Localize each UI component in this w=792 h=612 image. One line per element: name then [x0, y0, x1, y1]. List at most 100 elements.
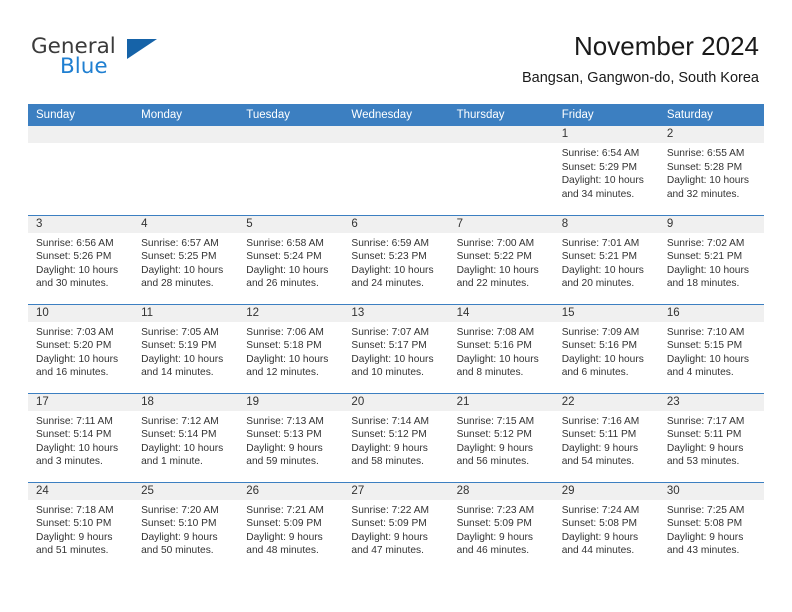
calendar-day-cell[interactable]: 24 Sunrise: 7:18 AM Sunset: 5:10 PM Dayligh…: [28, 481, 134, 571]
calendar-day-cell-empty: [133, 126, 239, 215]
calendar-day-cell[interactable]: 13 Sunrise: 7:07 AM Sunset: 5:17 PM Dayligh…: [343, 303, 449, 393]
day-number: 14: [448, 304, 554, 322]
day-number: 28: [448, 482, 554, 500]
day-number: 8: [553, 215, 659, 233]
calendar-day-cell[interactable]: 7 Sunrise: 7:00 AM Sunset: 5:22 PM Daylight…: [448, 214, 554, 304]
daylight-text: Daylight: 9 hours and 46 minutes.: [456, 531, 534, 557]
day-number: [238, 126, 344, 143]
day-number: 24: [28, 482, 134, 500]
calendar-day-cell[interactable]: 30 Sunrise: 7:25 AM Sunset: 5:08 PM Dayligh…: [658, 481, 764, 571]
day-number: 3: [28, 215, 134, 233]
sunrise-text: Sunrise: 7:03 AM: [36, 326, 114, 338]
calendar-day-cell[interactable]: 19 Sunrise: 7:13 AM Sunset: 5:13 PM Dayligh…: [238, 392, 344, 482]
weekday-header-sunday: Sunday: [28, 104, 134, 126]
day-number: 19: [238, 393, 344, 411]
sunrise-text: Sunrise: 7:12 AM: [141, 415, 219, 427]
calendar-day-cell[interactable]: 1 Sunrise: 6:54 AM Sunset: 5:29 PM Daylight…: [553, 126, 659, 215]
calendar-day-cell[interactable]: 27 Sunrise: 7:22 AM Sunset: 5:09 PM Dayligh…: [343, 481, 449, 571]
day-sun-info: Sunrise: 7:10 AM Sunset: 5:15 PM Daylight:…: [659, 322, 764, 380]
day-sun-info: Sunrise: 7:02 AM Sunset: 5:21 PM Daylight:…: [659, 233, 764, 291]
calendar-page: General Blue November 2024 Bangsan, Gang…: [0, 0, 792, 612]
day-number: [133, 126, 239, 143]
day-number: 15: [553, 304, 659, 322]
sunrise-text: Sunrise: 7:20 AM: [141, 504, 219, 516]
page-header: General Blue November 2024 Bangsan, Gang…: [0, 0, 792, 103]
calendar-day-cell[interactable]: 9 Sunrise: 7:02 AM Sunset: 5:21 PM Daylight…: [658, 214, 764, 304]
sunset-text: Sunset: 5:21 PM: [561, 251, 638, 263]
calendar-day-cell[interactable]: 28 Sunrise: 7:23 AM Sunset: 5:09 PM Dayligh…: [448, 481, 554, 571]
calendar-day-cell[interactable]: 29 Sunrise: 7:24 AM Sunset: 5:08 PM Dayligh…: [553, 481, 659, 571]
daylight-text: Daylight: 9 hours and 53 minutes.: [666, 442, 744, 468]
calendar-day-cell-empty: [343, 126, 449, 215]
day-number: [28, 126, 134, 143]
day-number: 1: [553, 126, 659, 143]
sunrise-text: Sunrise: 7:21 AM: [246, 504, 324, 516]
weekday-header-tuesday: Tuesday: [238, 104, 344, 126]
daylight-text: Daylight: 9 hours and 50 minutes.: [141, 531, 218, 557]
calendar-day-cell[interactable]: 3 Sunrise: 6:56 AM Sunset: 5:26 PM Daylight…: [28, 214, 134, 304]
sunset-text: Sunset: 5:11 PM: [561, 429, 637, 441]
day-number: 21: [448, 393, 554, 411]
sunrise-text: Sunrise: 7:15 AM: [456, 415, 535, 427]
sunrise-text: Sunrise: 7:22 AM: [351, 504, 430, 516]
day-sun-info: Sunrise: 7:25 AM Sunset: 5:08 PM Daylight:…: [659, 500, 764, 558]
calendar-day-cell[interactable]: 11 Sunrise: 7:05 AM Sunset: 5:19 PM Dayligh…: [133, 303, 239, 393]
calendar-day-cell[interactable]: 14 Sunrise: 7:08 AM Sunset: 5:16 PM Dayligh…: [448, 303, 554, 393]
calendar-day-cell[interactable]: 6 Sunrise: 6:59 AM Sunset: 5:23 PM Daylight…: [343, 214, 449, 304]
sunset-text: Sunset: 5:22 PM: [456, 251, 532, 263]
sunset-text: Sunset: 5:15 PM: [666, 340, 743, 352]
daylight-text: Daylight: 10 hours and 22 minutes.: [456, 264, 539, 290]
calendar-day-cell[interactable]: 10 Sunrise: 7:03 AM Sunset: 5:20 PM Dayligh…: [28, 303, 134, 393]
daylight-text: Daylight: 10 hours and 1 minute.: [141, 442, 224, 468]
day-sun-info: Sunrise: 6:56 AM Sunset: 5:26 PM Daylight:…: [28, 233, 133, 291]
sunrise-text: Sunrise: 6:59 AM: [351, 237, 430, 249]
sunrise-text: Sunrise: 7:07 AM: [351, 326, 430, 338]
day-number: 13: [343, 304, 449, 322]
day-number: 2: [658, 126, 764, 143]
calendar-day-cell[interactable]: 8 Sunrise: 7:01 AM Sunset: 5:21 PM Daylight…: [553, 214, 659, 304]
day-sun-info: Sunrise: 7:16 AM Sunset: 5:11 PM Daylight:…: [554, 411, 659, 469]
day-sun-info: Sunrise: 7:03 AM Sunset: 5:20 PM Daylight:…: [28, 322, 133, 380]
day-sun-info: Sunrise: 7:14 AM Sunset: 5:12 PM Daylight:…: [343, 411, 448, 469]
day-sun-info: Sunrise: 7:06 AM Sunset: 5:18 PM Daylight:…: [238, 322, 343, 380]
sunset-text: Sunset: 5:23 PM: [351, 251, 427, 263]
daylight-text: Daylight: 10 hours and 4 minutes.: [666, 353, 749, 379]
calendar-day-cell[interactable]: 21 Sunrise: 7:15 AM Sunset: 5:12 PM Dayligh…: [448, 392, 554, 482]
calendar-day-cell[interactable]: 2 Sunrise: 6:55 AM Sunset: 5:28 PM Daylight…: [658, 126, 764, 215]
sunset-text: Sunset: 5:20 PM: [36, 340, 112, 352]
day-number: 12: [238, 304, 344, 322]
sunset-text: Sunset: 5:09 PM: [351, 518, 427, 530]
day-number: 6: [343, 215, 449, 233]
calendar-day-cell[interactable]: 26 Sunrise: 7:21 AM Sunset: 5:09 PM Dayligh…: [238, 481, 344, 571]
day-sun-info: Sunrise: 6:54 AM Sunset: 5:29 PM Daylight:…: [554, 143, 659, 201]
calendar-day-cell[interactable]: 12 Sunrise: 7:06 AM Sunset: 5:18 PM Dayligh…: [238, 303, 344, 393]
calendar-day-cell[interactable]: 23 Sunrise: 7:17 AM Sunset: 5:11 PM Dayligh…: [658, 392, 764, 482]
weekday-header-saturday: Saturday: [658, 104, 764, 126]
weekday-header-thursday: Thursday: [448, 104, 554, 126]
daylight-text: Daylight: 9 hours and 43 minutes.: [666, 531, 744, 557]
daylight-text: Daylight: 10 hours and 26 minutes.: [246, 264, 329, 290]
day-number: 25: [133, 482, 239, 500]
calendar-day-cell[interactable]: 20 Sunrise: 7:14 AM Sunset: 5:12 PM Dayligh…: [343, 392, 449, 482]
sunrise-text: Sunrise: 6:58 AM: [246, 237, 324, 249]
calendar-day-cell[interactable]: 18 Sunrise: 7:12 AM Sunset: 5:14 PM Dayligh…: [133, 392, 239, 482]
sunrise-text: Sunrise: 6:54 AM: [561, 148, 640, 159]
day-sun-info: Sunrise: 7:00 AM Sunset: 5:22 PM Daylight:…: [449, 233, 554, 291]
calendar-day-cell[interactable]: 5 Sunrise: 6:58 AM Sunset: 5:24 PM Daylight…: [238, 214, 344, 304]
calendar-day-cell[interactable]: 16 Sunrise: 7:10 AM Sunset: 5:15 PM Dayligh…: [658, 303, 764, 393]
day-sun-info: Sunrise: 7:24 AM Sunset: 5:08 PM Daylight:…: [554, 500, 659, 558]
calendar-week-row: 17 Sunrise: 7:11 AM Sunset: 5:14 PM Dayligh…: [28, 392, 764, 482]
sunset-text: Sunset: 5:13 PM: [246, 429, 322, 441]
daylight-text: Daylight: 10 hours and 14 minutes.: [141, 353, 224, 379]
calendar-day-cell[interactable]: 25 Sunrise: 7:20 AM Sunset: 5:10 PM Dayligh…: [133, 481, 239, 571]
daylight-text: Daylight: 10 hours and 10 minutes.: [351, 353, 434, 379]
calendar-day-cell[interactable]: 4 Sunrise: 6:57 AM Sunset: 5:25 PM Daylight…: [133, 214, 239, 304]
sunrise-text: Sunrise: 7:14 AM: [351, 415, 430, 427]
sunrise-text: Sunrise: 7:13 AM: [246, 415, 324, 427]
day-sun-info: Sunrise: 7:07 AM Sunset: 5:17 PM Daylight:…: [343, 322, 448, 380]
calendar-day-cell[interactable]: 15 Sunrise: 7:09 AM Sunset: 5:16 PM Dayligh…: [553, 303, 659, 393]
calendar-week-row: 1 Sunrise: 6:54 AM Sunset: 5:29 PM Daylight…: [28, 126, 764, 215]
day-sun-info: Sunrise: 7:22 AM Sunset: 5:09 PM Daylight:…: [343, 500, 448, 558]
calendar-day-cell[interactable]: 17 Sunrise: 7:11 AM Sunset: 5:14 PM Dayligh…: [28, 392, 134, 482]
calendar-day-cell[interactable]: 22 Sunrise: 7:16 AM Sunset: 5:11 PM Dayligh…: [553, 392, 659, 482]
